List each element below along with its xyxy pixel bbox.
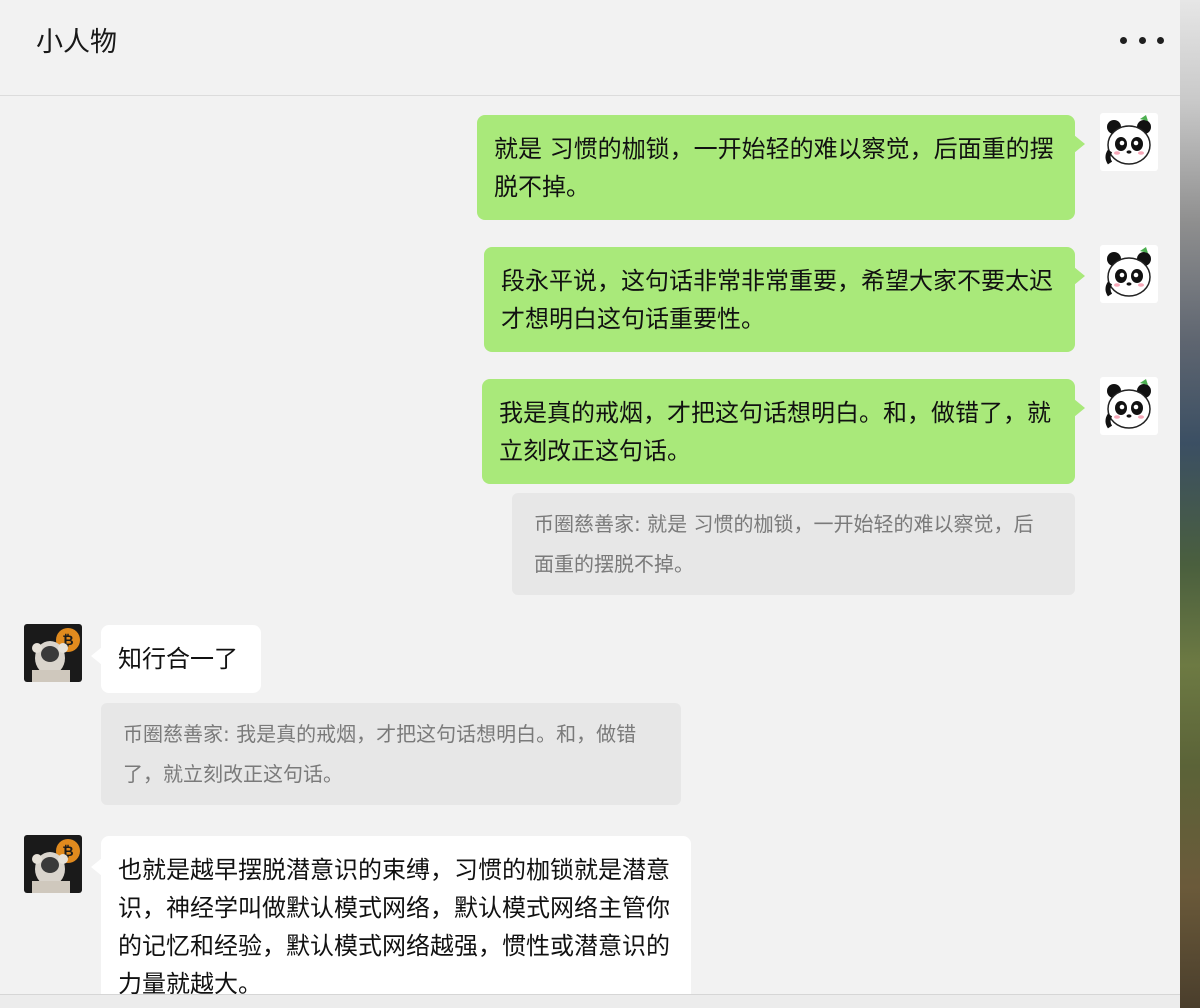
my-message-bubble[interactable]: 我是真的戒烟，才把这句话想明白。和，做错了，就立刻改正这句话。 xyxy=(482,379,1085,484)
more-dots-icon[interactable] xyxy=(1120,26,1164,54)
input-area-edge xyxy=(0,994,1180,1008)
my-message-bubble[interactable]: 就是 习惯的枷锁，一开始轻的难以察觉，后面重的摆脱不掉。 xyxy=(477,115,1085,220)
chat-window: 小人物 就是 习惯的枷锁，一开始轻的难以察觉，后面重的摆脱不掉。 段永平说，这句… xyxy=(0,0,1180,1008)
my-message-bubble[interactable]: 段永平说，这句话非常非常重要，希望大家不要太迟才想明白这句话重要性。 xyxy=(484,247,1085,352)
my-avatar[interactable] xyxy=(1100,113,1158,171)
quoted-message[interactable]: 币圈慈善家: 就是 习惯的枷锁，一开始轻的难以察觉，后面重的摆脱不掉。 xyxy=(512,493,1075,595)
message-list: 就是 习惯的枷锁，一开始轻的难以察觉，后面重的摆脱不掉。 段永平说，这句话非常非… xyxy=(0,96,1180,1008)
other-avatar[interactable]: ₿ xyxy=(24,624,82,682)
other-message-bubble[interactable]: 也就是越早摆脱潜意识的束缚，习惯的枷锁就是潜意识，神经学叫做默认模式网络，默认模… xyxy=(91,836,691,1008)
my-avatar[interactable] xyxy=(1100,377,1158,435)
quoted-message[interactable]: 币圈慈善家: 我是真的戒烟，才把这句话想明白。和，做错了，就立刻改正这句话。 xyxy=(101,703,681,805)
other-avatar[interactable]: ₿ xyxy=(24,835,82,893)
other-message-bubble[interactable]: 知行合一了 xyxy=(91,625,261,693)
chat-title: 小人物 xyxy=(36,27,117,58)
desktop-edge xyxy=(1180,0,1200,1008)
my-avatar[interactable] xyxy=(1100,245,1158,303)
chat-header: 小人物 xyxy=(0,0,1180,96)
